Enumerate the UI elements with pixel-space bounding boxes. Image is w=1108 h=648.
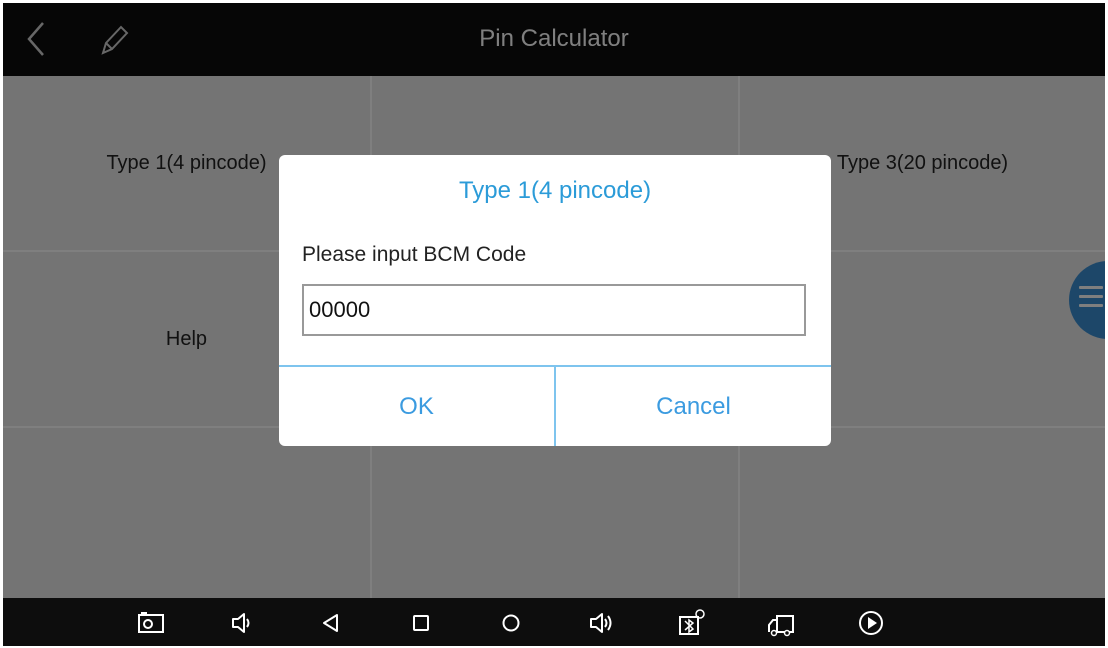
bluetooth-vci-icon[interactable] xyxy=(676,608,706,638)
pin-dialog: Type 1(4 pincode) Please input BCM Code … xyxy=(279,155,831,446)
bcm-code-input[interactable] xyxy=(302,284,806,336)
volume-down-icon[interactable] xyxy=(226,608,256,638)
play-circle-icon[interactable] xyxy=(856,608,886,638)
dialog-title: Type 1(4 pincode) xyxy=(458,177,652,204)
back-triangle-icon[interactable] xyxy=(316,608,346,638)
screenshot-icon[interactable] xyxy=(136,608,166,638)
ok-button[interactable]: OK xyxy=(279,367,554,446)
home-circle-icon[interactable] xyxy=(496,608,526,638)
recents-square-icon[interactable] xyxy=(406,608,436,638)
dialog-prompt: Please input BCM Code xyxy=(302,243,527,266)
truck-icon[interactable] xyxy=(766,608,796,638)
volume-up-icon[interactable] xyxy=(586,608,616,638)
cancel-button[interactable]: Cancel xyxy=(556,367,831,446)
app-screen: Pin Calculator Type 1(4 pincode) Type 3(… xyxy=(3,3,1105,646)
system-nav-bar xyxy=(3,598,1105,646)
